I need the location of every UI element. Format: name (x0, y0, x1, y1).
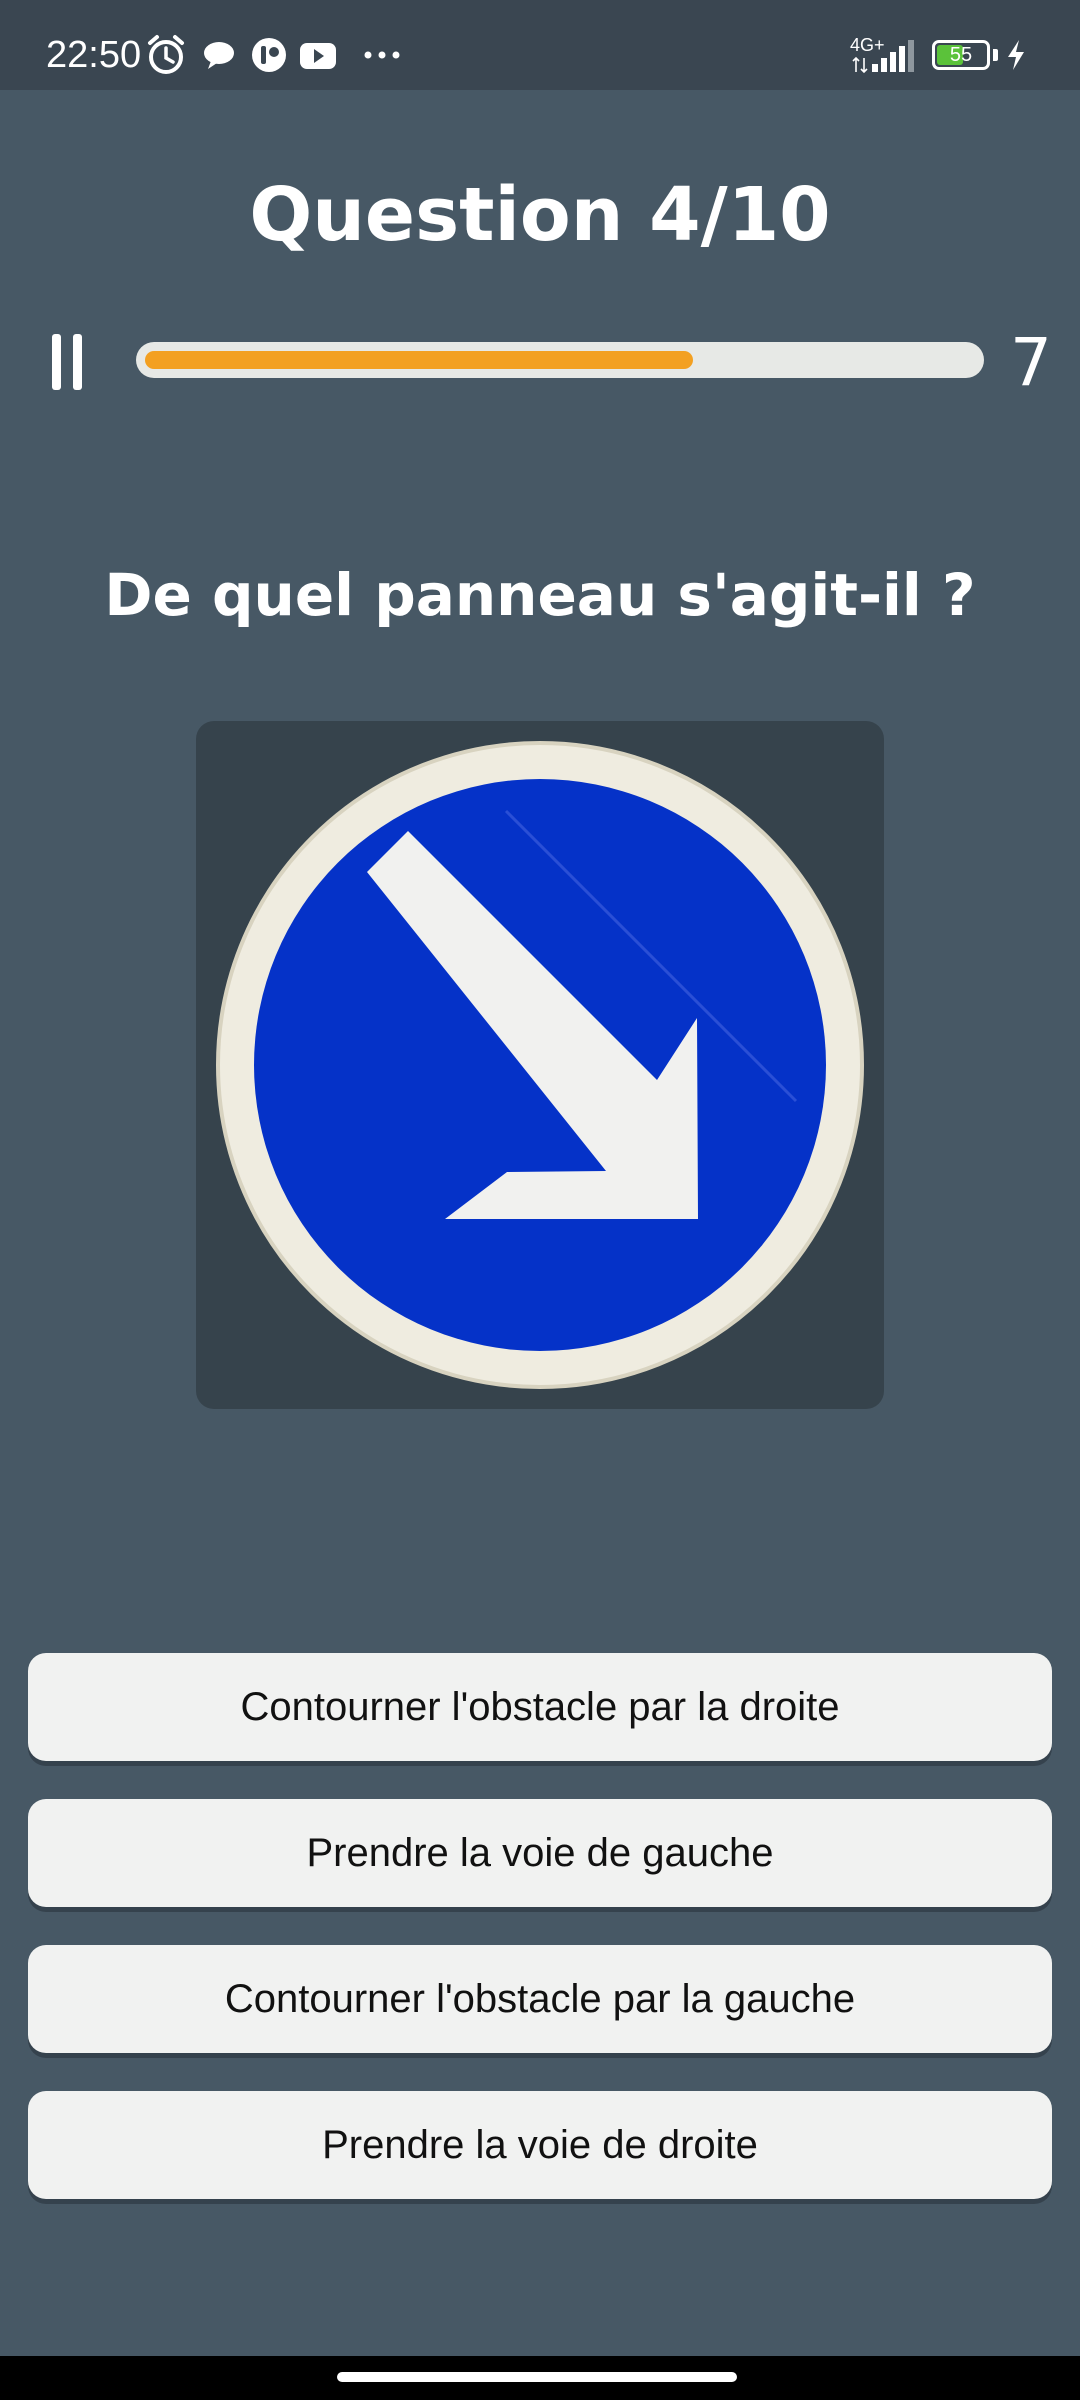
home-indicator[interactable] (337, 2372, 737, 2382)
battery-percentage: 55 (949, 44, 973, 66)
pause-icon (52, 334, 61, 390)
timer-progress-bar (136, 342, 984, 378)
answer-option-3[interactable]: Contourner l'obstacle par la gauche (28, 1945, 1052, 2053)
system-nav-bar (0, 2356, 1080, 2400)
keep-right-sign-graphic (216, 741, 864, 1389)
question-prompt: De quel panneau s'agit-il ? (104, 561, 976, 629)
data-arrows-icon (852, 56, 868, 74)
answer-option-2[interactable]: Prendre la voie de gauche (28, 1799, 1052, 1907)
quiz-screen: 22:50 4G+ 55 Question 4/10 7 De quel pan… (0, 0, 1080, 2400)
pause-icon-bar (73, 334, 82, 390)
status-time: 22:50 (46, 34, 142, 76)
battery-icon: 55 (932, 40, 990, 70)
youtube-icon (300, 43, 336, 69)
app-notification-icon (252, 38, 286, 72)
signal-strength-icon (872, 40, 914, 72)
answer-option-4[interactable]: Prendre la voie de droite (28, 2091, 1052, 2199)
countdown-timer: 7 (1010, 324, 1052, 401)
battery-tip (993, 49, 998, 61)
answer-option-1[interactable]: Contourner l'obstacle par la droite (28, 1653, 1052, 1761)
charging-bolt-icon (1008, 40, 1024, 70)
status-bar: 22:50 4G+ 55 (0, 0, 1080, 90)
alarm-icon (148, 35, 184, 74)
pause-button[interactable] (44, 326, 94, 396)
more-dots-icon (364, 51, 400, 59)
timer-progress-fill (145, 351, 693, 369)
chat-bubble-icon (204, 42, 234, 69)
question-counter-title: Question 4/10 (249, 172, 831, 258)
road-sign-image (196, 721, 884, 1409)
